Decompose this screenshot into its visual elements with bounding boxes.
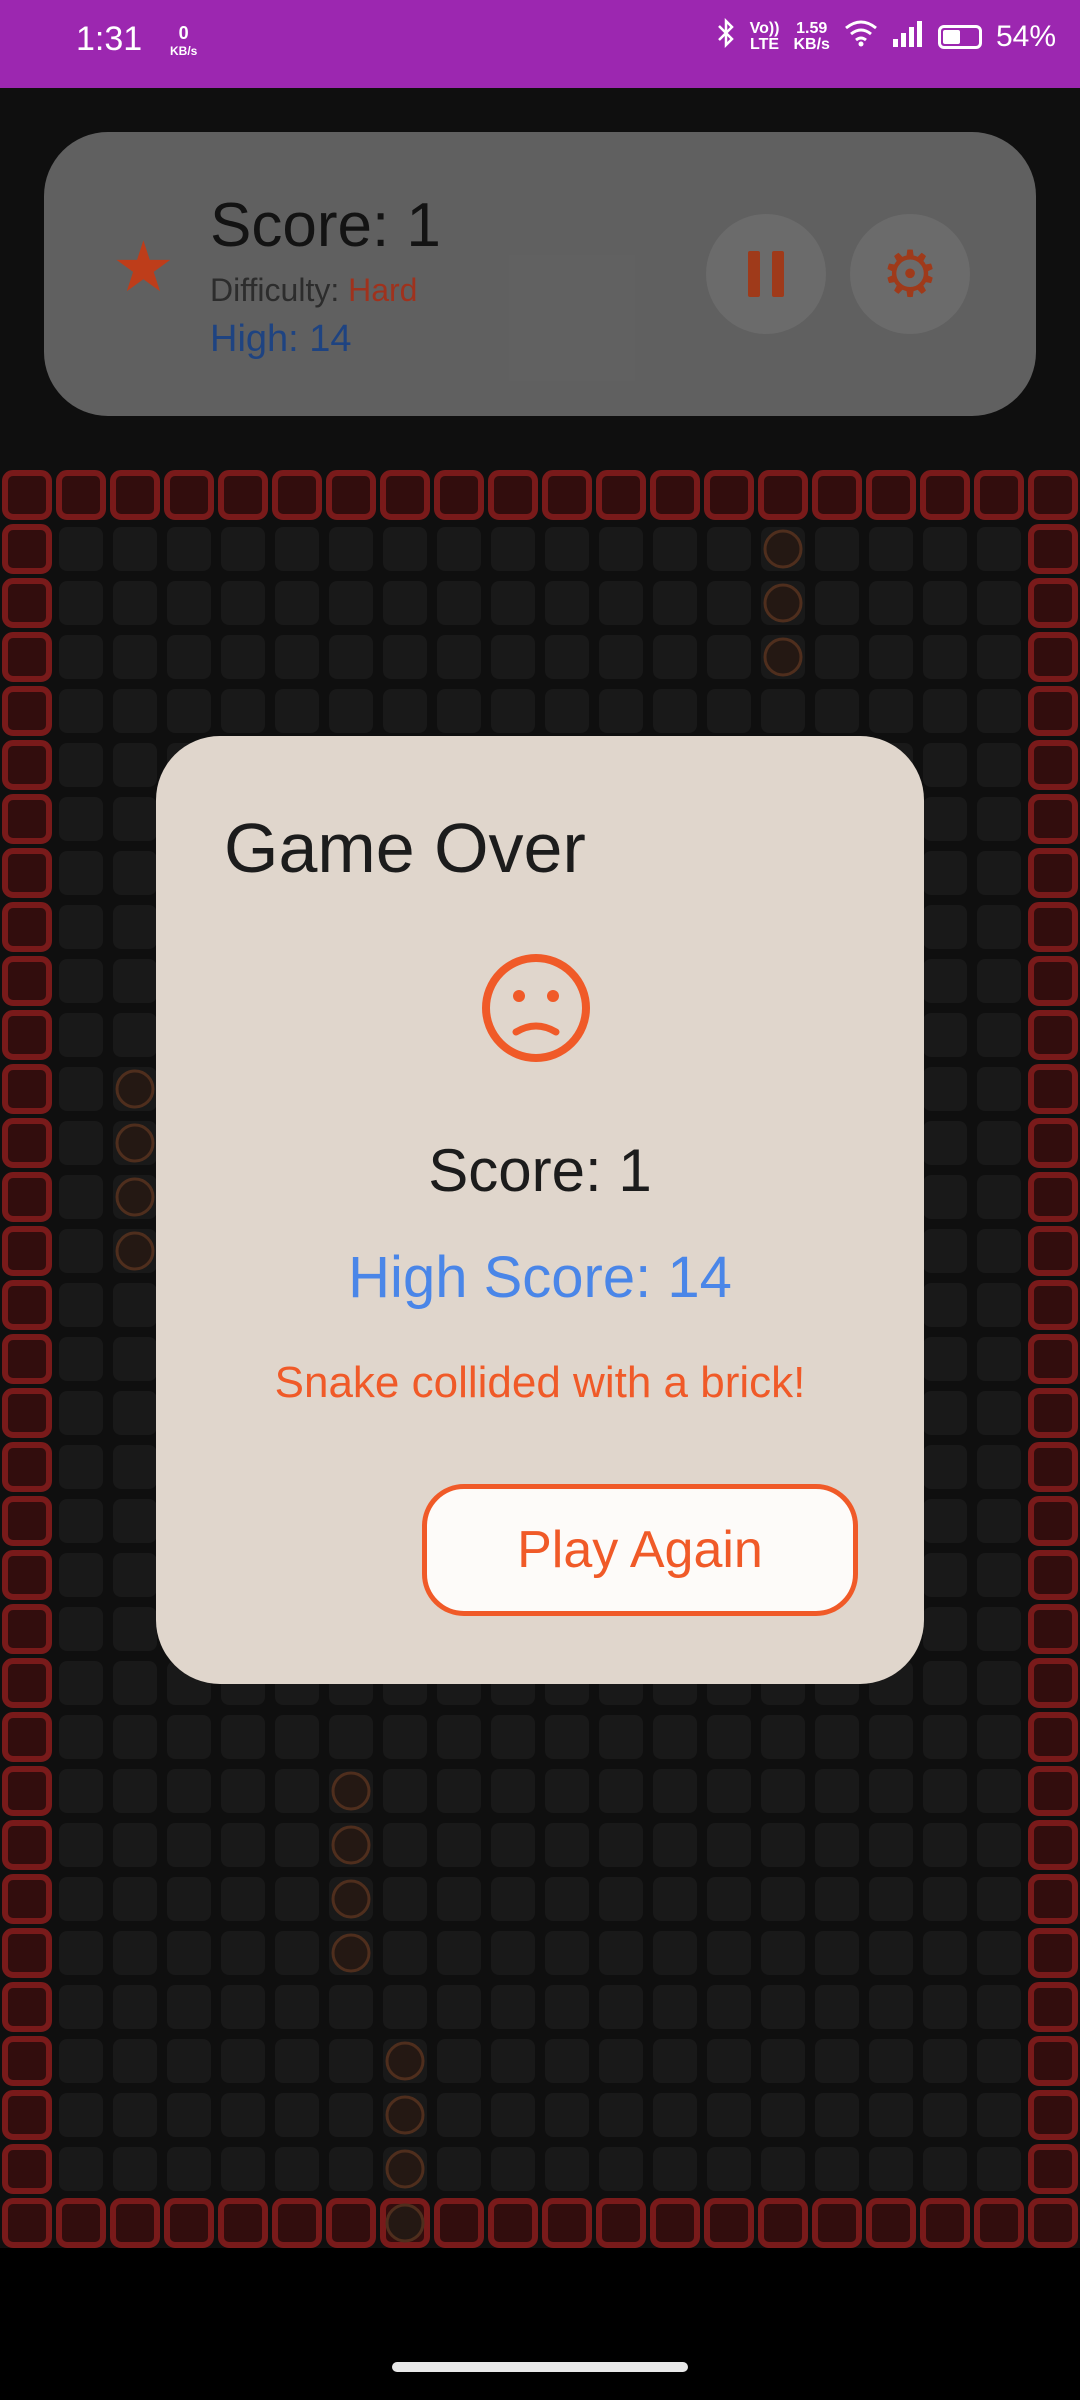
dialog-high-score: High Score: 14 [348, 1245, 732, 1310]
dialog-score: Score: 1 [428, 1137, 652, 1204]
status-time: 1:31 [76, 20, 143, 58]
signal-icon [892, 19, 924, 55]
net-speed: 1.59 KB/s [794, 21, 830, 53]
home-indicator[interactable] [392, 2362, 688, 2372]
status-right: Vo)) LTE 1.59 KB/s 54% [716, 17, 1056, 56]
game-over-dialog: Game Over Score: 1 High Score: 14 Snake … [156, 736, 924, 1684]
lte-label: LTE [750, 36, 780, 53]
status-speed: 0 KB/s [170, 24, 197, 60]
volte-label: Vo)) [749, 20, 780, 37]
status-speed-unit: KB/s [170, 44, 198, 58]
net-speed-value: 1.59 [796, 20, 828, 37]
volte-icon: Vo)) LTE [750, 21, 780, 53]
battery-fill [942, 30, 961, 44]
play-again-button[interactable]: Play Again [422, 1484, 858, 1616]
wifi-icon [844, 19, 878, 55]
battery-percent: 54% [995, 20, 1056, 53]
battery-icon [937, 25, 982, 49]
dialog-title: Game Over [224, 809, 586, 887]
status-bar: 1:31 0 KB/s Vo)) LTE 1.59 KB/s 54% [0, 0, 1080, 88]
status-speed-value: 0 [178, 23, 189, 43]
net-speed-unit: KB/s [793, 36, 830, 53]
sad-face-icon [482, 954, 590, 1062]
dialog-message: Snake collided with a brick! [274, 1358, 806, 1407]
bluetooth-icon [716, 17, 736, 56]
